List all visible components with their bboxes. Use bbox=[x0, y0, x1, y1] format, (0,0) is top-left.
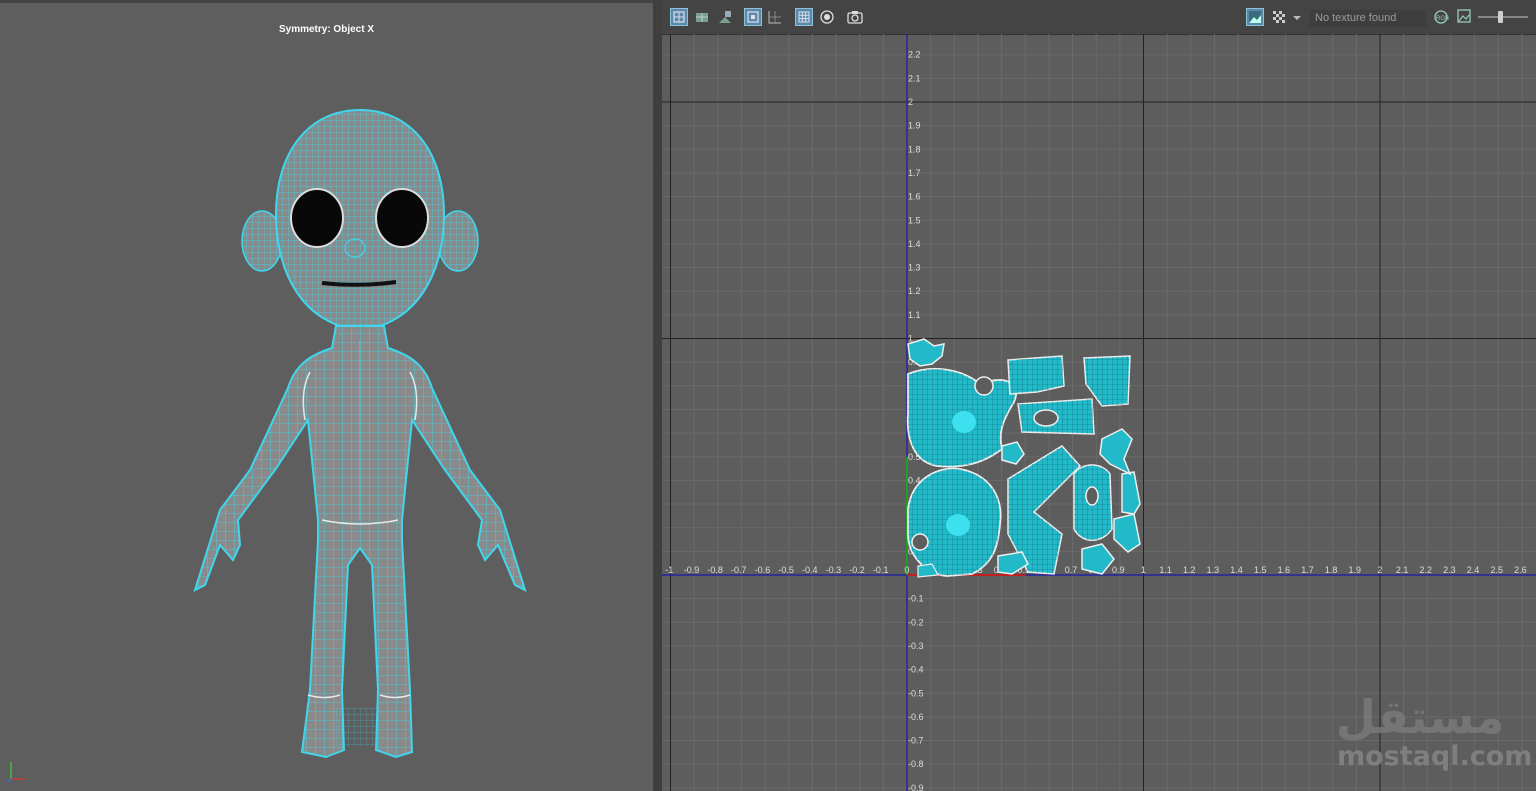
perspective-viewport[interactable]: Symmetry: Object X bbox=[0, 0, 653, 791]
x-tick-label: 1.3 bbox=[1207, 565, 1220, 575]
image-display-icon[interactable] bbox=[1246, 8, 1264, 26]
uv-toolbar: No texture found RGB bbox=[662, 0, 1536, 35]
snapshot-camera-icon[interactable] bbox=[846, 8, 864, 26]
panel-divider[interactable] bbox=[653, 0, 662, 791]
x-tick-label: -0.8 bbox=[707, 565, 723, 575]
x-tick-label: 1.2 bbox=[1183, 565, 1196, 575]
y-tick-label: 1.1 bbox=[908, 310, 921, 320]
x-tick-label: -1 bbox=[665, 565, 673, 575]
x-tick-label: 1 bbox=[1141, 565, 1146, 575]
x-tick-label: -0.6 bbox=[755, 565, 771, 575]
y-tick-label: -0.7 bbox=[908, 736, 924, 746]
svg-text:RGB: RGB bbox=[1436, 16, 1449, 22]
y-tick-label: 1.5 bbox=[908, 215, 921, 225]
x-tick-label: 1.4 bbox=[1230, 565, 1243, 575]
x-tick-label: 2.4 bbox=[1467, 565, 1480, 575]
grid-display-icon[interactable] bbox=[766, 8, 784, 26]
uv-axes bbox=[662, 34, 1536, 791]
y-tick-label: -0.3 bbox=[908, 641, 924, 651]
x-tick-label: 1.8 bbox=[1325, 565, 1338, 575]
x-tick-label: 2 bbox=[1377, 565, 1382, 575]
uv-minor-grid bbox=[662, 34, 1536, 791]
x-tick-label: -0.5 bbox=[778, 565, 794, 575]
x-tick-label: -0.2 bbox=[849, 565, 865, 575]
y-tick-label: -0.2 bbox=[908, 617, 924, 627]
y-tick-label: 1.3 bbox=[908, 263, 921, 273]
character-mesh[interactable] bbox=[0, 0, 653, 791]
x-tick-label: 0 bbox=[904, 565, 909, 575]
x-tick-label: -0.7 bbox=[731, 565, 747, 575]
y-tick-label: -0.5 bbox=[908, 688, 924, 698]
x-tick-label: -0.3 bbox=[826, 565, 842, 575]
y-tick-label: 2 bbox=[908, 97, 913, 107]
x-tick-label: 2.2 bbox=[1420, 565, 1433, 575]
x-tick-label: -0.4 bbox=[802, 565, 818, 575]
y-tick-label: 1.2 bbox=[908, 286, 921, 296]
exposure-slider-track[interactable] bbox=[1478, 16, 1528, 18]
watermark-arabic: مستقل bbox=[1336, 690, 1505, 744]
x-tick-label: 1.5 bbox=[1254, 565, 1267, 575]
x-tick-label: 1.1 bbox=[1159, 565, 1172, 575]
image-ratio-icon[interactable] bbox=[1456, 8, 1474, 26]
x-tick-label: 1.9 bbox=[1349, 565, 1362, 575]
uv-smooth-icon[interactable] bbox=[693, 8, 711, 26]
y-tick-label: 1.8 bbox=[908, 144, 921, 154]
mesh-body bbox=[193, 108, 527, 759]
y-tick-label: 2.1 bbox=[908, 73, 921, 83]
y-tick-label: -0.8 bbox=[908, 759, 924, 769]
x-tick-label: 2.6 bbox=[1514, 565, 1527, 575]
uv-unfold-icon[interactable] bbox=[716, 8, 734, 26]
y-tick-label: 1.4 bbox=[908, 239, 921, 249]
y-tick-label: 1.7 bbox=[908, 168, 921, 178]
uv-editor[interactable]: No texture found RGB -1 -0.9 -0.8 -0.7 -0.6-… bbox=[662, 0, 1536, 791]
texture-dropdown-chevron-icon[interactable] bbox=[1290, 8, 1304, 26]
uv-shell-select-icon[interactable] bbox=[670, 8, 688, 26]
x-tick-label: 0.7 bbox=[1065, 565, 1078, 575]
x-tick-label: 0.9 bbox=[1112, 565, 1125, 575]
x-tick-label: 1.6 bbox=[1278, 565, 1291, 575]
rgb-channels-icon[interactable]: RGB bbox=[1432, 8, 1450, 26]
y-tick-label: -0.4 bbox=[908, 665, 924, 675]
y-tick-label: 2.2 bbox=[908, 50, 921, 60]
uv-display-icon[interactable] bbox=[744, 8, 762, 26]
texture-status-field[interactable]: No texture found bbox=[1310, 10, 1426, 27]
y-tick-label: 1.6 bbox=[908, 192, 921, 202]
axis-gizmo bbox=[6, 762, 26, 784]
x-tick-label: 2.3 bbox=[1443, 565, 1456, 575]
x-tick-label: 2.5 bbox=[1490, 565, 1503, 575]
uv-shells[interactable] bbox=[906, 338, 1141, 578]
uv-grid-view[interactable]: -1 -0.9 -0.8 -0.7 -0.6 -0.5 -0.4 -0.3 -0.2 -0.1 0 0… bbox=[662, 34, 1536, 791]
y-tick-label: 1.9 bbox=[908, 121, 921, 131]
x-tick-label: -0.1 bbox=[873, 565, 889, 575]
checkered-tiles-icon[interactable] bbox=[1270, 8, 1288, 26]
y-tick-label: -0.1 bbox=[908, 594, 924, 604]
y-tick-label: -0.6 bbox=[908, 712, 924, 722]
exposure-slider-handle[interactable] bbox=[1498, 11, 1503, 23]
pivot-icon[interactable] bbox=[818, 8, 836, 26]
x-tick-label: 1.7 bbox=[1301, 565, 1314, 575]
uv-major-grid bbox=[662, 34, 1536, 791]
checker-grid-icon[interactable] bbox=[795, 8, 813, 26]
x-tick-label: 2.1 bbox=[1396, 565, 1409, 575]
watermark-latin: mostaql.com bbox=[1337, 741, 1533, 772]
y-tick-label: -0.9 bbox=[908, 783, 924, 791]
x-tick-label: -0.9 bbox=[684, 565, 700, 575]
